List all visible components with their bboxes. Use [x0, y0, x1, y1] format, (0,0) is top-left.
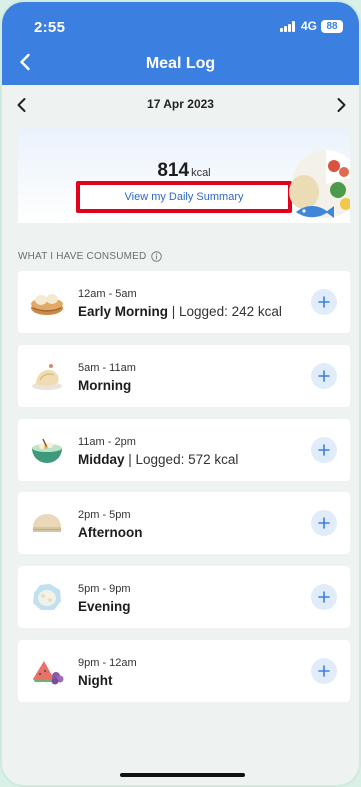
add-meal-button[interactable] — [311, 363, 337, 389]
home-indicator[interactable] — [120, 773, 245, 777]
page-title: Meal Log — [145, 55, 216, 72]
plus-icon — [318, 296, 330, 308]
meal-name: Morning — [78, 378, 132, 393]
meal-name: Night — [78, 673, 113, 688]
kcal-value: 814 — [157, 160, 190, 181]
meal-time: 5pm - 9pm — [78, 583, 131, 595]
meal-item-morning[interactable]: 5am - 11am Morning — [18, 345, 350, 407]
next-day-icon[interactable] — [333, 96, 349, 114]
meal-item-midday[interactable]: 11am - 2pm Midday | Logged: 572 kcal — [18, 419, 350, 481]
meal-summary: Morning — [78, 378, 131, 393]
status-time: 2:55 — [34, 19, 66, 36]
status-indicators: 4G 88 — [280, 19, 343, 33]
fruit-icon — [33, 661, 64, 685]
bread-icon — [32, 364, 62, 390]
daily-summary-card: 814 kcal View my Daily Summary — [18, 128, 350, 223]
kcal-unit: kcal — [191, 167, 211, 179]
plus-icon — [318, 665, 330, 677]
meal-name: Early Morning — [78, 304, 169, 319]
meal-name: Midday — [78, 452, 125, 467]
meal-time: 11am - 2pm — [78, 436, 136, 448]
meal-time: 9pm - 12am — [78, 657, 137, 669]
app-header: 2:55 4G 88 Meal Log — [2, 2, 359, 85]
daily-summary-link-label: View my Daily Summary — [124, 191, 244, 203]
meal-time: 2pm - 5pm — [78, 509, 131, 521]
meal-logged: | Logged: 242 kcal — [168, 304, 282, 319]
food-plate-illustration — [289, 150, 350, 218]
meal-name: Afternoon — [78, 525, 143, 540]
battery-icon: 88 — [321, 19, 343, 33]
date-label: 17 Apr 2023 — [147, 97, 214, 111]
meal-summary: Evening — [78, 599, 131, 614]
add-meal-button[interactable] — [311, 289, 337, 315]
meal-item-night[interactable]: 9pm - 12am Night — [18, 640, 350, 702]
meal-time: 12am - 5am — [78, 288, 137, 300]
rice-plate-icon — [33, 584, 61, 610]
date-navigator: 17 Apr 2023 — [2, 94, 359, 116]
meal-time: 5am - 11am — [78, 362, 136, 374]
section-title: WHAT I HAVE CONSUMED — [18, 251, 147, 262]
meal-item-early-morning[interactable]: 12am - 5am Early Morning | Logged: 242 k… — [18, 271, 350, 333]
meal-log-screen: 2:55 4G 88 Meal Log 17 Apr 2023 814 kcal … — [0, 0, 361, 787]
plus-icon — [318, 517, 330, 529]
meal-summary: Midday | Logged: 572 kcal — [78, 452, 238, 467]
meal-item-evening[interactable]: 5pm - 9pm Evening — [18, 566, 350, 628]
add-meal-button[interactable] — [311, 510, 337, 536]
cake-icon — [33, 514, 61, 532]
daily-summary-link[interactable]: View my Daily Summary — [76, 181, 292, 213]
plus-icon — [318, 591, 330, 603]
meal-item-afternoon[interactable]: 2pm - 5pm Afternoon — [18, 492, 350, 554]
plus-icon — [318, 444, 330, 456]
signal-icon — [280, 20, 295, 32]
meal-logged: | Logged: 572 kcal — [124, 452, 239, 467]
salad-bowl-icon — [32, 438, 62, 463]
meal-summary: Night — [78, 673, 113, 688]
plus-icon — [318, 370, 330, 382]
consumed-section-header: WHAT I HAVE CONSUMED — [18, 251, 163, 262]
info-icon[interactable] — [151, 251, 163, 262]
add-meal-button[interactable] — [311, 584, 337, 610]
add-meal-button[interactable] — [311, 658, 337, 684]
dim-sum-icon — [31, 294, 63, 315]
network-label: 4G — [300, 19, 317, 33]
meal-summary: Afternoon — [78, 525, 143, 540]
meal-summary: Early Morning | Logged: 242 kcal — [78, 304, 282, 319]
add-meal-button[interactable] — [311, 437, 337, 463]
meal-name: Evening — [78, 599, 131, 614]
